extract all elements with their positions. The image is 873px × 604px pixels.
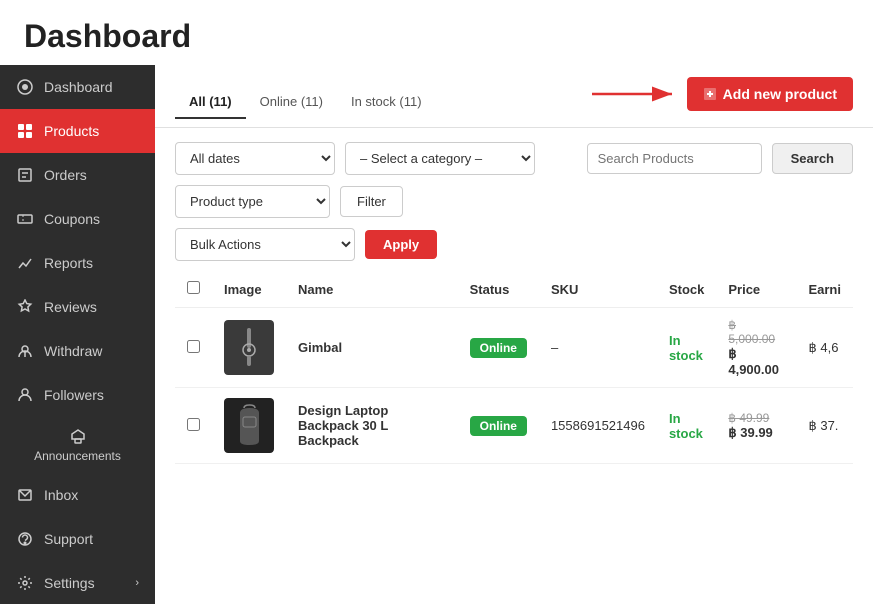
sidebar-item-announcements[interactable]: Announcements [0, 417, 155, 473]
settings-chevron: › [135, 577, 139, 589]
tab-all[interactable]: All (11) [175, 86, 246, 119]
sidebar-label-withdraw: Withdraw [44, 343, 102, 359]
sidebar-label-support: Support [44, 531, 93, 547]
col-sku: SKU [539, 271, 657, 308]
col-stock: Stock [657, 271, 716, 308]
sidebar-item-support[interactable]: Support [0, 517, 155, 561]
stock-1: Instock [669, 333, 703, 363]
sidebar-label-settings: Settings [44, 575, 95, 591]
tabs-bar: All (11) Online (11) In stock (11) [155, 65, 873, 128]
col-price: Price [716, 271, 796, 308]
sidebar-item-followers[interactable]: Followers [0, 373, 155, 417]
sidebar-label-reports: Reports [44, 255, 93, 271]
sidebar-item-settings[interactable]: Settings › [0, 561, 155, 604]
price-current-1: ฿ 4,900.00 [728, 346, 784, 377]
dates-select[interactable]: All dates [175, 142, 335, 175]
sku-1: – [539, 308, 657, 388]
sidebar-item-reports[interactable]: Reports [0, 241, 155, 285]
earnings-1: ฿ 4,6 [796, 308, 853, 388]
earnings-2: ฿ 37. [796, 388, 853, 464]
category-select[interactable]: – Select a category – [345, 142, 535, 175]
add-product-label: Add new product [723, 86, 837, 102]
price-2: ฿ 49.99 ฿ 39.99 [728, 411, 784, 441]
sidebar-item-coupons[interactable]: Coupons [0, 197, 155, 241]
followers-icon [16, 386, 34, 404]
sidebar-label-dashboard: Dashboard [44, 79, 113, 95]
price-original-1: ฿ 5,000.00 [728, 318, 784, 346]
col-earnings: Earni [796, 271, 853, 308]
select-all-checkbox[interactable] [187, 281, 200, 294]
products-icon [16, 122, 34, 140]
add-product-icon [703, 87, 717, 101]
price-1: ฿ 5,000.00 ฿ 4,900.00 [728, 318, 784, 377]
products-table: Image Name Status SKU Stock Price Earni [175, 271, 853, 464]
search-button[interactable]: Search [772, 143, 853, 174]
filter-row-1: All dates – Select a category – Search [175, 142, 853, 175]
product-name-2: Design Laptop Backpack 30 L Backpack [286, 388, 458, 464]
product-image-2 [224, 398, 274, 453]
reviews-icon [16, 298, 34, 316]
sidebar-label-inbox: Inbox [44, 487, 78, 503]
sidebar-item-orders[interactable]: Orders [0, 153, 155, 197]
filter-row-3: Bulk Actions Apply [175, 228, 853, 261]
page-title: Dashboard [0, 0, 873, 65]
sidebar-item-inbox[interactable]: Inbox [0, 473, 155, 517]
sidebar-item-withdraw[interactable]: Withdraw [0, 329, 155, 373]
product-type-select[interactable]: Product type [175, 185, 330, 218]
sidebar-label-orders: Orders [44, 167, 87, 183]
sidebar-label-followers: Followers [44, 387, 104, 403]
product-image-1 [224, 320, 274, 375]
support-icon [16, 530, 34, 548]
row-checkbox-2[interactable] [187, 418, 200, 431]
settings-icon [16, 574, 34, 592]
col-status: Status [458, 271, 539, 308]
filter-button[interactable]: Filter [340, 186, 403, 217]
filters-section: All dates – Select a category – Search P… [155, 128, 873, 261]
orders-icon [16, 166, 34, 184]
stock-2: Instock [669, 411, 703, 441]
tab-instock[interactable]: In stock (11) [337, 86, 436, 119]
status-badge-1: Online [470, 338, 527, 358]
filter-row-2: Product type Filter [175, 185, 853, 218]
withdraw-icon [16, 342, 34, 360]
sidebar-item-products[interactable]: Products [0, 109, 155, 153]
add-product-arrow [587, 80, 677, 108]
bulk-actions-select[interactable]: Bulk Actions [175, 228, 355, 261]
sidebar: Dashboard Products Orders [0, 65, 155, 604]
row-checkbox-1[interactable] [187, 340, 200, 353]
tabs-group: All (11) Online (11) In stock (11) [175, 86, 436, 118]
status-badge-2: Online [470, 416, 527, 436]
table-row: Design Laptop Backpack 30 L Backpack Onl… [175, 388, 853, 464]
announcements-icon [69, 427, 87, 445]
sku-2: 1558691521496 [539, 388, 657, 464]
sidebar-label-coupons: Coupons [44, 211, 100, 227]
col-name: Name [286, 271, 458, 308]
sidebar-label-products: Products [44, 123, 99, 139]
coupons-icon [16, 210, 34, 228]
tab-online[interactable]: Online (11) [246, 86, 337, 119]
price-current-2: ฿ 39.99 [728, 425, 784, 441]
table-container: Image Name Status SKU Stock Price Earni [155, 271, 873, 464]
inbox-icon [16, 486, 34, 504]
search-input[interactable] [587, 143, 762, 174]
add-product-button[interactable]: Add new product [687, 77, 853, 111]
col-image: Image [212, 271, 286, 308]
sidebar-item-dashboard[interactable]: Dashboard [0, 65, 155, 109]
product-name-1: Gimbal [286, 308, 458, 388]
sidebar-label-reviews: Reviews [44, 299, 97, 315]
sidebar-item-reviews[interactable]: Reviews [0, 285, 155, 329]
sidebar-label-announcements: Announcements [34, 449, 121, 463]
price-original-2: ฿ 49.99 [728, 411, 784, 425]
main-content: All (11) Online (11) In stock (11) [155, 65, 873, 604]
apply-button[interactable]: Apply [365, 230, 437, 259]
reports-icon [16, 254, 34, 272]
table-row: Gimbal Online – Instock ฿ 5,000.00 ฿ 4,9… [175, 308, 853, 388]
dashboard-icon [16, 78, 34, 96]
